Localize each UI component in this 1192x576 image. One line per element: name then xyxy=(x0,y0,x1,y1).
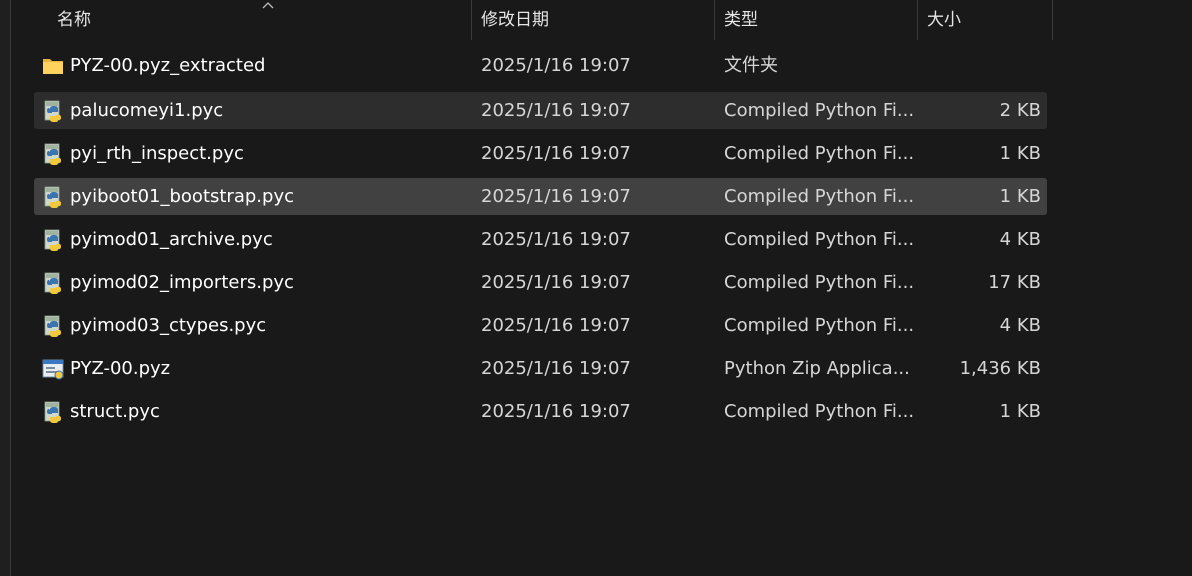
column-header-size-label: 大小 xyxy=(927,10,961,30)
python-file-icon xyxy=(42,401,64,423)
column-header-type-label: 类型 xyxy=(724,10,758,30)
file-row[interactable]: PYZ-00.pyz_extracted 2025/1/16 19:07 文件夹 xyxy=(34,47,1047,84)
file-row[interactable]: palucomeyi1.pyc 2025/1/16 19:07 Compiled P… xyxy=(34,92,1047,129)
file-size: 1,436 KB xyxy=(959,358,1041,379)
file-type: Compiled Python Fi... xyxy=(724,100,915,121)
column-header-date[interactable]: 修改日期 xyxy=(471,0,714,40)
file-row[interactable]: pyi_rth_inspect.pyc 2025/1/16 19:07 Compil… xyxy=(34,135,1047,172)
python-file-icon xyxy=(42,315,64,337)
file-row[interactable]: pyimod03_ctypes.pyc 2025/1/16 19:07 Compil… xyxy=(34,307,1047,344)
file-row[interactable]: pyimod01_archive.pyc 2025/1/16 19:07 Compi… xyxy=(34,221,1047,258)
navigation-pane-edge xyxy=(0,0,11,576)
column-divider[interactable] xyxy=(1052,0,1053,40)
python-file-icon xyxy=(42,186,64,208)
file-explorer: 名称 修改日期 类型 大小 PYZ-00.pyz_extracted 2025/1… xyxy=(0,0,1192,576)
file-type: 文件夹 xyxy=(724,55,778,76)
file-type: Python Zip Applica... xyxy=(724,358,910,379)
file-size: 17 KB xyxy=(988,272,1041,293)
file-modified-date: 2025/1/16 19:07 xyxy=(481,401,631,422)
python-file-icon xyxy=(42,229,64,251)
file-row[interactable]: pyiboot01_bootstrap.pyc 2025/1/16 19:07 Co… xyxy=(34,178,1047,215)
file-name: pyimod02_importers.pyc xyxy=(70,272,294,293)
file-name: pyi_rth_inspect.pyc xyxy=(70,143,244,164)
file-name: PYZ-00.pyz_extracted xyxy=(70,55,266,76)
python-file-icon xyxy=(42,272,64,294)
file-size: 1 KB xyxy=(999,186,1041,207)
column-header-date-label: 修改日期 xyxy=(481,10,549,30)
file-modified-date: 2025/1/16 19:07 xyxy=(481,186,631,207)
file-name: pyimod01_archive.pyc xyxy=(70,229,273,250)
file-row[interactable]: PYZ-00.pyz 2025/1/16 19:07 Python Zip Appl… xyxy=(34,350,1047,387)
column-header: 名称 修改日期 类型 大小 xyxy=(11,0,1192,40)
file-type: Compiled Python Fi... xyxy=(724,229,915,250)
column-header-size[interactable]: 大小 xyxy=(917,0,1052,40)
file-type: Compiled Python Fi... xyxy=(724,143,915,164)
file-modified-date: 2025/1/16 19:07 xyxy=(481,272,631,293)
column-header-type[interactable]: 类型 xyxy=(714,0,917,40)
file-size: 1 KB xyxy=(999,143,1041,164)
file-type: Compiled Python Fi... xyxy=(724,186,915,207)
file-modified-date: 2025/1/16 19:07 xyxy=(481,358,631,379)
folder-icon xyxy=(42,55,64,77)
file-name: palucomeyi1.pyc xyxy=(70,100,224,121)
file-modified-date: 2025/1/16 19:07 xyxy=(481,143,631,164)
file-name: pyimod03_ctypes.pyc xyxy=(70,315,267,336)
python-file-icon xyxy=(42,100,64,122)
file-size: 1 KB xyxy=(999,401,1041,422)
file-modified-date: 2025/1/16 19:07 xyxy=(481,315,631,336)
file-row[interactable]: struct.pyc 2025/1/16 19:07 Compiled Python… xyxy=(34,393,1047,430)
python-zip-app-icon xyxy=(42,358,64,380)
file-modified-date: 2025/1/16 19:07 xyxy=(481,229,631,250)
file-size: 4 KB xyxy=(999,229,1041,250)
file-type: Compiled Python Fi... xyxy=(724,272,915,293)
python-file-icon xyxy=(42,143,64,165)
file-size: 4 KB xyxy=(999,315,1041,336)
file-type: Compiled Python Fi... xyxy=(724,401,915,422)
file-modified-date: 2025/1/16 19:07 xyxy=(481,100,631,121)
file-name: pyiboot01_bootstrap.pyc xyxy=(70,186,294,207)
file-name: struct.pyc xyxy=(70,401,160,422)
file-row[interactable]: pyimod02_importers.pyc 2025/1/16 19:07 Com… xyxy=(34,264,1047,301)
column-header-name[interactable]: 名称 xyxy=(47,0,471,40)
file-name: PYZ-00.pyz xyxy=(70,358,171,379)
column-header-name-label: 名称 xyxy=(57,10,91,30)
file-size: 2 KB xyxy=(999,100,1041,121)
file-modified-date: 2025/1/16 19:07 xyxy=(481,55,631,76)
file-type: Compiled Python Fi... xyxy=(724,315,915,336)
sort-ascending-icon xyxy=(262,2,274,9)
